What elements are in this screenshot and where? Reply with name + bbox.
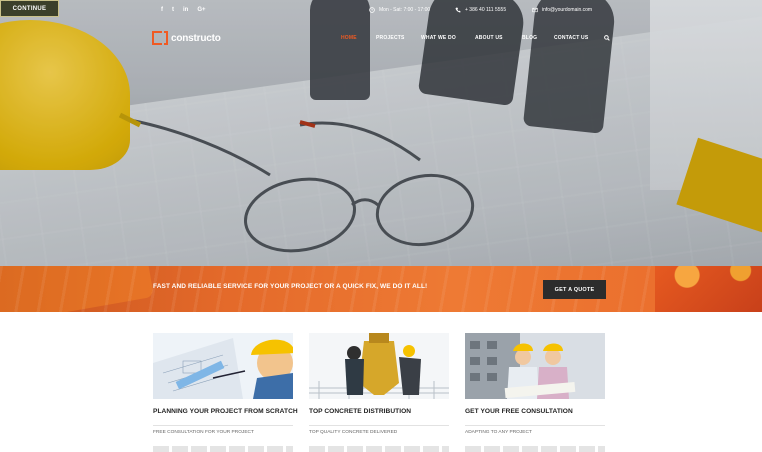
card-image-concrete[interactable] (309, 333, 449, 399)
envelope-icon (532, 7, 538, 13)
nav-what-we-do[interactable]: WHAT WE DO (421, 35, 456, 41)
phone-info: + 386 40 111 5555 (455, 7, 506, 13)
card-image-consultation[interactable] (465, 333, 605, 399)
top-bar: f t in G+ Mon - Sat: 7:00 - 17:00 + 386 … (0, 7, 762, 17)
planning-image (153, 333, 293, 399)
hours-info: Mon - Sat: 7:00 - 17:00 (369, 7, 430, 13)
hours-text: Mon - Sat: 7:00 - 17:00 (379, 7, 431, 13)
consultation-image (465, 333, 605, 399)
card-subtitle: ADAPTING TO ANY PROJECT (465, 430, 532, 435)
search-icon[interactable] (604, 35, 610, 41)
nav-contact-us[interactable]: CONTACT US (554, 35, 588, 41)
email-info: info@yourdomain.com (532, 7, 592, 13)
service-card[interactable]: TOP CONCRETE DISTRIBUTION TOP QUALITY CO… (309, 333, 449, 452)
card-description (153, 446, 293, 452)
cta-banner: FAST AND RELIABLE SERVICE FOR YOUR PROJE… (0, 266, 762, 312)
banner-decoration (655, 266, 762, 312)
card-divider (465, 425, 605, 426)
card-title[interactable]: GET YOUR FREE CONSULTATION (465, 408, 573, 415)
card-title[interactable]: TOP CONCRETE DISTRIBUTION (309, 408, 411, 415)
nav-blog[interactable]: BLOG (522, 35, 537, 41)
card-title[interactable]: PLANNING YOUR PROJECT FROM SCRATCH (153, 408, 298, 415)
facebook-icon[interactable]: f (161, 7, 163, 13)
nav-home[interactable]: HOME (341, 35, 357, 41)
get-a-quote-button[interactable]: GET A QUOTE (543, 280, 606, 299)
card-description (309, 446, 449, 452)
phone-icon (455, 7, 461, 13)
phone-text[interactable]: + 386 40 111 5555 (465, 7, 506, 13)
service-card[interactable]: PLANNING YOUR PROJECT FROM SCRATCH FREE … (153, 333, 298, 452)
card-description (465, 446, 605, 452)
card-subtitle: FREE CONSULTATION FOR YOUR PROJECT (153, 430, 254, 435)
linkedin-icon[interactable]: in (183, 7, 188, 13)
social-links: f t in G+ (161, 7, 206, 13)
main-nav: HOME PROJECTS WHAT WE DO ABOUT US BLOG C… (0, 35, 762, 43)
banner-text: FAST AND RELIABLE SERVICE FOR YOUR PROJE… (153, 283, 428, 290)
nav-projects[interactable]: PROJECTS (376, 35, 405, 41)
card-divider (309, 425, 449, 426)
card-image-planning[interactable] (153, 333, 293, 399)
card-subtitle: TOP QUALITY CONCRETE DELIVERED (309, 430, 398, 435)
concrete-image (309, 333, 449, 399)
twitter-icon[interactable]: t (172, 7, 174, 13)
card-divider (153, 425, 293, 426)
clock-icon (369, 7, 375, 13)
nav-about-us[interactable]: ABOUT US (475, 35, 503, 41)
email-text[interactable]: info@yourdomain.com (542, 7, 592, 13)
google-plus-icon[interactable]: G+ (197, 7, 205, 13)
service-card[interactable]: GET YOUR FREE CONSULTATION ADAPTING TO A… (465, 333, 605, 452)
